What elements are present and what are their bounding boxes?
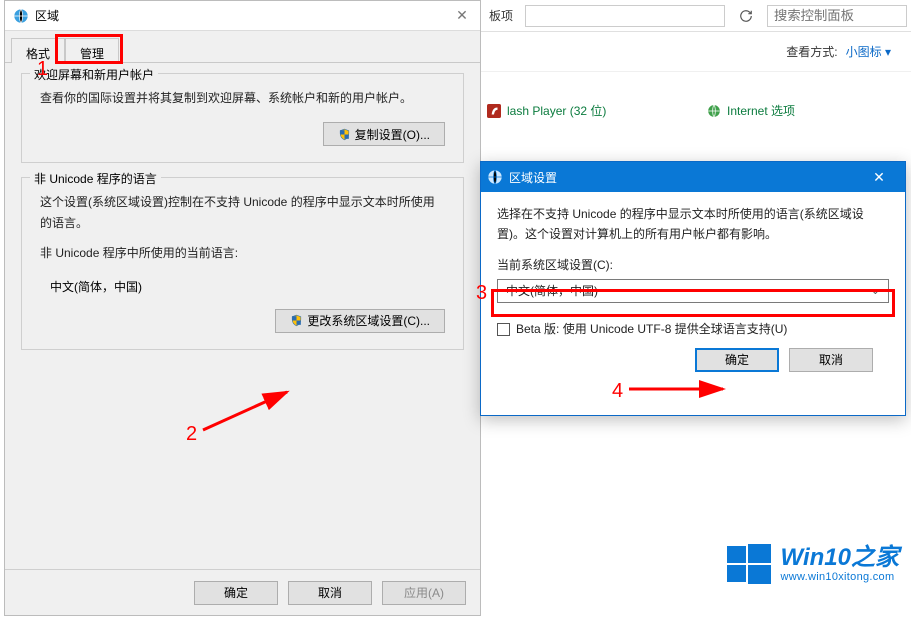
description-text: 选择在不支持 Unicode 的程序中显示文本时所使用的语言(系统区域设置)。这… [497, 204, 889, 245]
search-input[interactable] [767, 5, 907, 27]
copy-settings-button[interactable]: 复制设置(O)... [323, 122, 445, 146]
beta-utf8-label: Beta 版: 使用 Unicode UTF-8 提供全球语言支持(U) [516, 319, 787, 339]
region-dialog-title: 区域 [35, 7, 59, 24]
watermark-url: www.win10xitong.com [781, 571, 899, 583]
view-label: 查看方式: [786, 43, 837, 60]
windows-logo-icon [725, 540, 773, 588]
button-label: 更改系统区域设置(C)... [307, 312, 430, 329]
cancel-button[interactable]: 取消 [288, 581, 372, 605]
control-panel-header: 板项 [481, 0, 911, 32]
group-title: 欢迎屏幕和新用户帐户 [30, 66, 158, 83]
region-settings-body: 选择在不支持 Unicode 的程序中显示文本时所使用的语言(系统区域设置)。这… [481, 192, 905, 380]
locale-select[interactable]: 中文(简体，中国) ⌄ [497, 279, 889, 303]
apply-button[interactable]: 应用(A) [382, 581, 466, 605]
region-settings-title: 区域设置 [509, 169, 557, 186]
item-label: Internet 选项 [727, 102, 795, 119]
item-flash-player[interactable]: lash Player (32 位) [487, 102, 606, 119]
shield-icon [290, 314, 303, 327]
cancel-button[interactable]: 取消 [789, 348, 873, 372]
close-icon: ✕ [456, 7, 468, 24]
current-lang-value: 中文(简体，中国) [34, 274, 451, 305]
ok-button[interactable]: 确定 [194, 581, 278, 605]
globe-icon [13, 8, 29, 24]
locale-select-value: 中文(简体，中国) [506, 281, 598, 301]
region-dialog-footer: 确定 取消 应用(A) [5, 569, 480, 615]
shield-icon [338, 128, 351, 141]
view-bar: 查看方式: 小图标 ▾ [481, 32, 911, 72]
close-icon: ✕ [873, 169, 885, 186]
flash-icon [487, 104, 501, 118]
beta-utf8-row[interactable]: Beta 版: 使用 Unicode UTF-8 提供全球语言支持(U) [497, 319, 889, 339]
chevron-down-icon: ⌄ [871, 282, 880, 301]
refresh-icon [739, 9, 753, 23]
watermark: Win10之家 www.win10xitong.com [725, 540, 899, 588]
close-button[interactable]: ✕ [859, 162, 899, 192]
group-text: 这个设置(系统区域设置)控制在不支持 Unicode 的程序中显示文本时所使用的… [34, 188, 451, 243]
header-title-fragment: 板项 [481, 7, 513, 24]
globe-icon [707, 104, 721, 118]
globe-icon [487, 169, 503, 185]
locale-label: 当前系统区域设置(C): [497, 255, 889, 275]
region-settings-footer: 确定 取消 [497, 340, 889, 372]
control-panel-items: lash Player (32 位) Internet 选项 [481, 72, 911, 112]
ok-button[interactable]: 确定 [695, 348, 779, 372]
region-settings-dialog: 区域设置 ✕ 选择在不支持 Unicode 的程序中显示文本时所使用的语言(系统… [480, 161, 906, 416]
region-dialog-titlebar[interactable]: 区域 ✕ [5, 1, 480, 31]
group-welcome-screen: 欢迎屏幕和新用户帐户 查看你的国际设置并将其复制到欢迎屏幕、系统帐户和新的用户帐… [21, 73, 464, 163]
current-lang-label: 非 Unicode 程序中所使用的当前语言: [34, 243, 451, 273]
group-title: 非 Unicode 程序的语言 [30, 170, 161, 187]
item-label: lash Player (32 位) [507, 102, 606, 119]
watermark-brand: Win10之家 [781, 545, 899, 571]
group-text: 查看你的国际设置并将其复制到欢迎屏幕、系统帐户和新的用户帐户。 [34, 84, 451, 118]
region-settings-titlebar[interactable]: 区域设置 ✕ [481, 162, 905, 192]
refresh-button[interactable] [731, 5, 761, 27]
tab-admin[interactable]: 管理 [65, 38, 119, 63]
region-dialog-body: 欢迎屏幕和新用户帐户 查看你的国际设置并将其复制到欢迎屏幕、系统帐户和新的用户帐… [5, 63, 480, 569]
view-mode-dropdown[interactable]: 小图标 ▾ [846, 43, 891, 60]
tab-format[interactable]: 格式 [11, 38, 65, 63]
region-dialog: 区域 ✕ 格式 管理 欢迎屏幕和新用户帐户 查看你的国际设置并将其复制到欢迎屏幕… [4, 0, 481, 616]
address-dropdown[interactable] [525, 5, 725, 27]
checkbox[interactable] [497, 323, 510, 336]
item-internet-options[interactable]: Internet 选项 [707, 102, 795, 119]
change-locale-button[interactable]: 更改系统区域设置(C)... [275, 309, 445, 333]
tab-bar: 格式 管理 [5, 31, 480, 63]
group-non-unicode: 非 Unicode 程序的语言 这个设置(系统区域设置)控制在不支持 Unico… [21, 177, 464, 349]
button-label: 复制设置(O)... [355, 126, 430, 143]
close-button[interactable]: ✕ [450, 5, 474, 25]
